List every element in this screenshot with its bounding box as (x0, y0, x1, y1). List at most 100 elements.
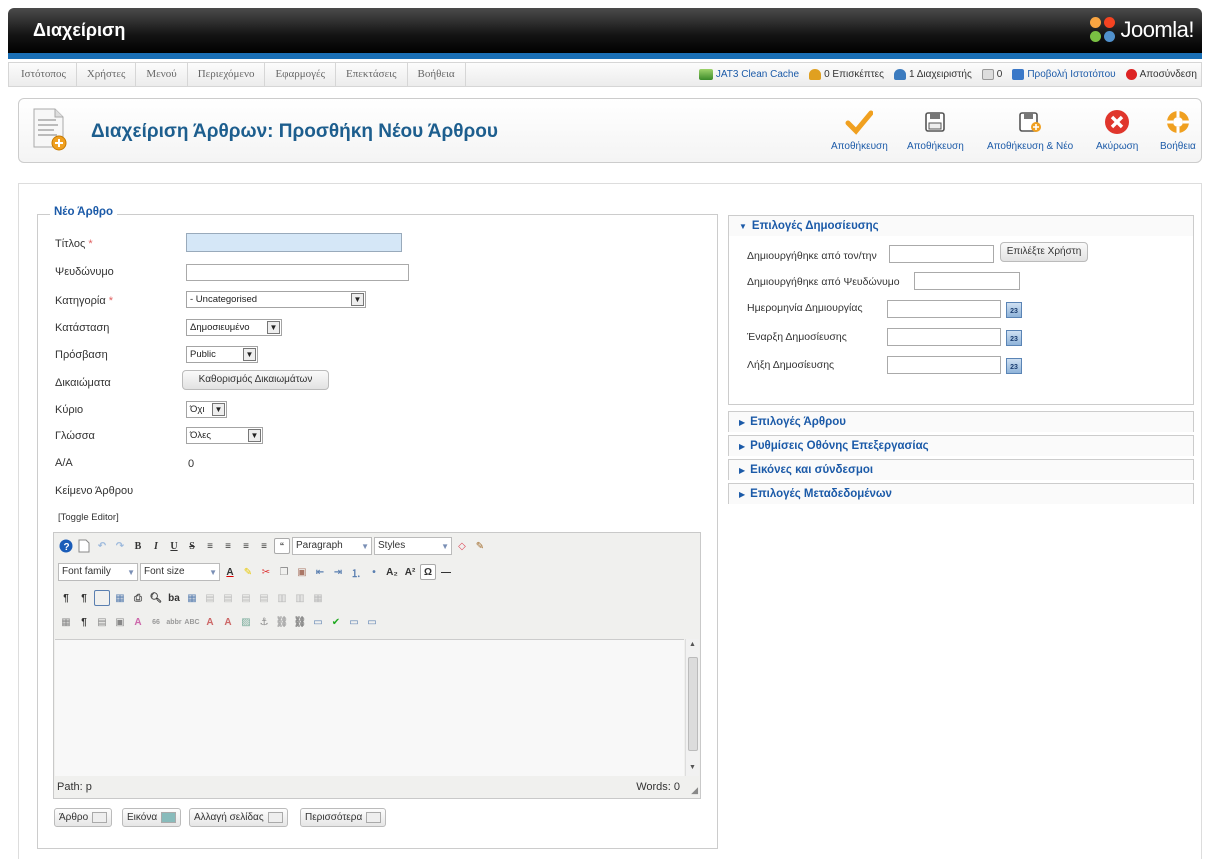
messages-count[interactable]: 0 (981, 69, 1002, 80)
created-date-input[interactable] (887, 300, 1001, 318)
calendar-icon[interactable]: 23 (1006, 330, 1022, 346)
cite-icon[interactable]: 66 (148, 614, 164, 630)
bullet-list-icon[interactable]: • (366, 564, 382, 580)
numbered-list-icon[interactable]: ⒈ (348, 564, 364, 580)
align-center-icon[interactable]: ≡ (220, 538, 236, 554)
state-select[interactable]: Δημοσιευμένο ▼ (186, 319, 282, 336)
alias-input[interactable] (186, 264, 409, 281)
link-icon[interactable]: ⛓ (292, 614, 308, 630)
blockquote-icon[interactable]: “ (274, 538, 290, 554)
paste-icon[interactable]: ▣ (294, 564, 310, 580)
article-button[interactable]: Άρθρο (54, 808, 113, 827)
publish-down-input[interactable] (887, 356, 1001, 374)
cut-icon[interactable]: ✂ (258, 564, 274, 580)
anchor-icon[interactable]: ⚓ (256, 614, 272, 630)
category-select[interactable]: - Uncategorised ▼ (186, 291, 366, 308)
rtl-icon[interactable]: ¶ (76, 590, 92, 606)
toggle-editor-link[interactable]: [Toggle Editor] (58, 512, 119, 523)
abbr-icon[interactable]: abbr (166, 614, 182, 630)
calendar-icon[interactable]: 23 (1006, 358, 1022, 374)
created-by-input[interactable] (889, 245, 994, 263)
horizontal-rule-icon[interactable]: — (438, 564, 454, 580)
insert-row-icon[interactable]: ▤ (238, 590, 254, 606)
ins-icon[interactable]: A (220, 614, 236, 630)
menu-content[interactable]: Περιεχόμενο (188, 63, 266, 86)
print-icon[interactable]: ⎙ (130, 590, 146, 606)
menu-site[interactable]: Ιστότοπος (11, 63, 77, 86)
format-select[interactable]: Paragraph ▼ (292, 537, 372, 555)
delete-row-icon[interactable]: ▤ (256, 590, 272, 606)
title-input[interactable] (186, 233, 402, 252)
view-site-link[interactable]: Προβολή Ιστοτόπου (1012, 69, 1116, 80)
subscript-icon[interactable]: A₂ (384, 564, 400, 580)
help-button[interactable]: Βοήθεια (1160, 107, 1196, 152)
special-char-icon[interactable]: Ω (420, 564, 436, 580)
unlink-icon[interactable]: ⛓ (274, 614, 290, 630)
pagebreak-button[interactable]: Αλλαγή σελίδας (189, 808, 288, 827)
align-justify-icon[interactable]: ≡ (256, 538, 272, 554)
insert-col-icon[interactable]: ▥ (274, 590, 290, 606)
outdent-icon[interactable]: ⇤ (312, 564, 328, 580)
font-size-select[interactable]: Font size ▼ (140, 563, 220, 581)
select-user-button[interactable]: Επιλέξτε Χρήστη (1000, 242, 1088, 262)
redo-icon[interactable]: ↷ (112, 538, 128, 554)
visual-aid-icon[interactable]: ▦ (58, 614, 74, 630)
show-blocks-icon[interactable]: ¶ (76, 614, 92, 630)
underline-icon[interactable]: U (166, 538, 182, 554)
article-options-panel[interactable]: ▶ Επιλογές Άρθρου (728, 411, 1194, 432)
image-button[interactable]: Εικόνα (122, 808, 182, 827)
featured-select[interactable]: Όχι ▼ (186, 401, 227, 418)
editor-config-panel[interactable]: ▶ Ρυθμίσεις Οθόνης Επεξεργασίας (728, 435, 1194, 456)
align-left-icon[interactable]: ≡ (202, 538, 218, 554)
publish-up-input[interactable] (887, 328, 1001, 346)
ltr-icon[interactable]: ¶ (58, 590, 74, 606)
menu-users[interactable]: Χρήστες (77, 63, 137, 86)
style-props-icon[interactable]: A (130, 614, 146, 630)
acronym-icon[interactable]: ABC (184, 614, 200, 630)
layer-icon[interactable]: ▣ (112, 614, 128, 630)
set-permissions-button[interactable]: Καθορισμός Δικαιωμάτων (182, 370, 329, 390)
clean-cache-link[interactable]: JAT3 Clean Cache (698, 69, 799, 80)
apply-button[interactable]: Αποθήκευση (831, 107, 888, 152)
pagebreak-icon[interactable]: ▭ (346, 614, 362, 630)
superscript-icon[interactable]: A² (402, 564, 418, 580)
bold-icon[interactable]: B (130, 538, 146, 554)
menu-menus[interactable]: Μενού (136, 63, 188, 86)
menu-extensions[interactable]: Επεκτάσεις (336, 63, 408, 86)
copy-icon[interactable]: ❐ (276, 564, 292, 580)
calendar-icon[interactable]: 23 (1006, 302, 1022, 318)
access-select[interactable]: Public ▼ (186, 346, 258, 363)
del-icon[interactable]: A (202, 614, 218, 630)
indent-icon[interactable]: ⇥ (330, 564, 346, 580)
fullscreen-icon[interactable] (94, 590, 110, 606)
resize-handle-icon[interactable]: ◢ (691, 785, 698, 796)
merge-cells-icon[interactable]: ▦ (310, 590, 326, 606)
preview-icon[interactable]: ▦ (112, 590, 128, 606)
cancel-button[interactable]: Ακύρωση (1096, 107, 1138, 152)
images-links-panel[interactable]: ▶ Εικόνες και σύνδεσμοι (728, 459, 1194, 480)
metadata-panel[interactable]: ▶ Επιλογές Μεταδεδομένων (728, 483, 1194, 504)
row-props-icon[interactable]: ▤ (202, 590, 218, 606)
readmore-button[interactable]: Περισσότερα (300, 808, 387, 827)
image-icon[interactable]: ▨ (238, 614, 254, 630)
delete-col-icon[interactable]: ▥ (292, 590, 308, 606)
styles-select[interactable]: Styles ▼ (374, 537, 452, 555)
language-select[interactable]: Όλες ▼ (186, 427, 263, 444)
menu-help[interactable]: Βοήθεια (408, 63, 466, 86)
template-icon[interactable]: ▤ (94, 614, 110, 630)
font-family-select[interactable]: Font family ▼ (58, 563, 138, 581)
editor-text-area[interactable] (55, 639, 684, 776)
new-document-icon[interactable] (76, 538, 92, 554)
save-new-button[interactable]: Αποθήκευση & Νέο (987, 107, 1073, 152)
italic-icon[interactable]: I (148, 538, 164, 554)
cleanup-brush-icon[interactable]: ✎ (472, 538, 488, 554)
text-color-icon[interactable]: A (222, 564, 238, 580)
publishing-options-header[interactable]: ▼ Επιλογές Δημοσίευσης (729, 216, 1193, 236)
logout-link[interactable]: Αποσύνδεση (1125, 69, 1197, 80)
readmore-icon[interactable]: ▭ (364, 614, 380, 630)
created-by-alias-input[interactable] (914, 272, 1020, 290)
strikethrough-icon[interactable]: S (184, 538, 200, 554)
undo-icon[interactable]: ↶ (94, 538, 110, 554)
editor-scrollbar[interactable]: ▲ ▼ (685, 639, 699, 776)
cell-props-icon[interactable]: ▤ (220, 590, 236, 606)
